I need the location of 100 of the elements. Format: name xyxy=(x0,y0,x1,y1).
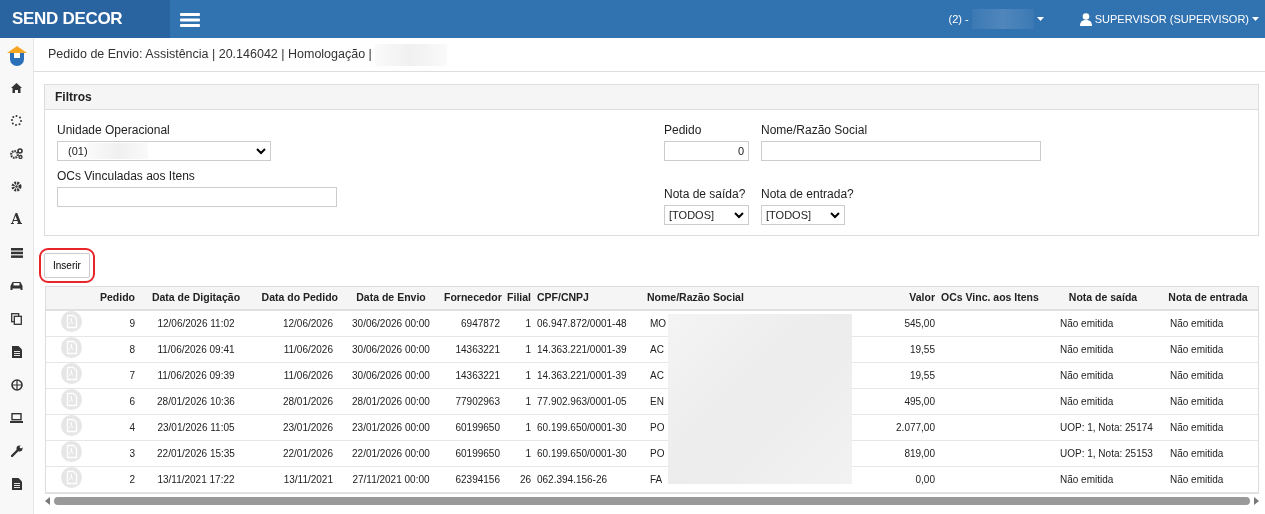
column-header[interactable]: Pedido xyxy=(96,287,138,310)
chevron-down-icon xyxy=(734,211,744,219)
table-cell: 77902963 xyxy=(441,388,503,415)
column-header[interactable]: Nome/Razão Social xyxy=(644,287,891,310)
gear-icon[interactable] xyxy=(11,181,22,192)
table-cell: Não emitida xyxy=(1158,466,1258,493)
column-header[interactable]: Nota de entrada xyxy=(1158,287,1258,310)
font-icon[interactable]: A xyxy=(11,209,22,230)
company-dropdown[interactable]: (2) - xyxy=(948,9,1044,29)
table-cell: 30/06/2026 00:00 xyxy=(341,336,441,363)
table-cell: 2.077,00 xyxy=(891,414,938,441)
insert-button[interactable]: Inserir xyxy=(44,253,90,278)
input-field[interactable] xyxy=(57,187,337,207)
table-cell: 8 xyxy=(96,336,138,363)
table-cell: Não emitida xyxy=(1158,362,1258,389)
column-header[interactable]: Data do Pedido xyxy=(254,287,341,310)
field-label: Unidade Operacional xyxy=(57,122,171,139)
chevron-down-icon xyxy=(830,211,840,219)
document-icon[interactable] xyxy=(11,345,22,358)
input-field[interactable] xyxy=(761,141,1041,161)
table-cell: 0,00 xyxy=(891,466,938,493)
blurred-area xyxy=(971,9,1034,29)
column-header[interactable]: OCs Vinc. aos Itens xyxy=(938,287,1048,310)
table-cell: 12/06/2026 xyxy=(254,310,341,337)
table-cell: 14363221 xyxy=(441,336,503,363)
wrench-icon[interactable] xyxy=(10,444,23,457)
table-cell: 60199650 xyxy=(441,414,503,441)
table-cell: Não emitida xyxy=(1048,388,1158,415)
blurred-area xyxy=(87,143,148,159)
field-label: Nota de entrada? xyxy=(761,186,854,203)
car-icon[interactable] xyxy=(10,280,23,291)
table-cell: Não emitida xyxy=(1158,414,1258,441)
table-cell: 23/01/2026 xyxy=(254,414,341,441)
user-icon xyxy=(1079,12,1092,26)
table-cell: 14.363.221/0001-39 xyxy=(534,362,644,389)
table-cell: 19,55 xyxy=(891,336,938,363)
table-cell: 62394156 xyxy=(441,466,503,493)
column-header[interactable]: Nota de saída xyxy=(1048,287,1158,310)
table-cell: Não emitida xyxy=(1158,440,1258,467)
column-header[interactable]: Fornecedor xyxy=(441,287,503,310)
table-cell: 26 xyxy=(503,466,534,493)
table-cell: 1 xyxy=(503,414,534,441)
document-icon[interactable] xyxy=(11,477,22,490)
table-cell: Não emitida xyxy=(1048,466,1158,493)
table-cell: Não emitida xyxy=(1048,336,1158,363)
table-cell: 11/06/2026 09:39 xyxy=(138,362,254,389)
spinner-icon[interactable] xyxy=(11,115,22,126)
table-cell: UOP: 1, Nota: 25174 xyxy=(1048,414,1158,441)
select-field[interactable]: [TODOS] xyxy=(761,205,845,225)
column-header[interactable]: Valor xyxy=(891,287,938,310)
table-cell: 27/11/2021 00:00 xyxy=(341,466,441,493)
table-cell: Não emitida xyxy=(1158,388,1258,415)
table-cell: 1 xyxy=(503,336,534,363)
table-cell: 22/01/2026 15:35 xyxy=(138,440,254,467)
brand-logo[interactable]: SEND DECOR xyxy=(0,0,170,38)
table-cell: 2 xyxy=(96,466,138,493)
globe-icon[interactable] xyxy=(10,378,23,391)
field-label: Nome/Razão Social xyxy=(761,122,869,139)
column-header[interactable]: Filial xyxy=(503,287,534,310)
scroll-right-icon[interactable] xyxy=(1254,497,1259,505)
laptop-icon[interactable] xyxy=(10,412,23,423)
table-cell: 495,00 xyxy=(891,388,938,415)
column-header[interactable]: Data de Digitação xyxy=(138,287,254,310)
gears-icon[interactable] xyxy=(10,148,23,159)
table-cell: 062.394.156-26 xyxy=(534,466,644,493)
column-header[interactable]: Data de Envio xyxy=(341,287,441,310)
select-field[interactable]: (01) xyxy=(57,141,271,161)
user-dropdown[interactable]: SUPERVISOR (SUPERVISOR) xyxy=(1079,10,1259,28)
copy-icon[interactable] xyxy=(11,312,22,325)
table-cell: 6 xyxy=(96,388,138,415)
table-cell: 545,00 xyxy=(891,310,938,337)
field-label: OCs Vinculadas aos Itens xyxy=(57,168,196,185)
server-icon[interactable] xyxy=(10,247,23,258)
table-cell: 3 xyxy=(96,440,138,467)
input-field[interactable]: 0 xyxy=(664,141,749,161)
table-cell: Não emitida xyxy=(1158,310,1258,337)
table-cell: 23/01/2026 00:00 xyxy=(341,414,441,441)
table-cell: 14363221 xyxy=(441,362,503,389)
column-header[interactable]: CPF/CNPJ xyxy=(534,287,644,310)
scrollbar-thumb[interactable] xyxy=(54,497,1250,505)
table-cell: 1 xyxy=(503,388,534,415)
table-cell: 30/06/2026 00:00 xyxy=(341,310,441,337)
table-cell: 77.902.963/0001-05 xyxy=(534,388,644,415)
logo-icon[interactable] xyxy=(5,43,28,66)
table-cell: 9 xyxy=(96,310,138,337)
table-cell: 4 xyxy=(96,414,138,441)
select-field[interactable]: [TODOS] xyxy=(664,205,749,225)
table-cell: UOP: 1, Nota: 25153 xyxy=(1048,440,1158,467)
caret-icon xyxy=(1252,17,1259,21)
table-cell: Não emitida xyxy=(1158,336,1258,363)
menu-icon[interactable] xyxy=(180,10,200,28)
table-cell: 11/06/2026 xyxy=(254,362,341,389)
home-icon[interactable] xyxy=(11,82,22,93)
caret-icon xyxy=(1036,17,1044,21)
table-cell: 1 xyxy=(503,440,534,467)
table-cell: 11/06/2026 09:41 xyxy=(138,336,254,363)
scroll-left-icon[interactable] xyxy=(45,497,50,505)
table-cell: 1 xyxy=(503,310,534,337)
table-cell: 28/01/2026 10:36 xyxy=(138,388,254,415)
chevron-down-icon xyxy=(256,147,266,155)
